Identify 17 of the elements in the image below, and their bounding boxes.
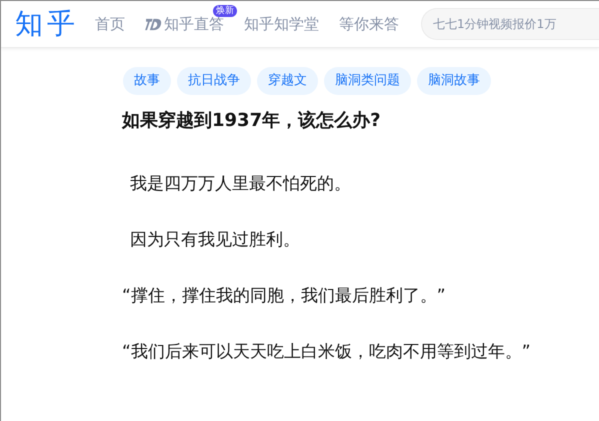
answer-paragraph: “我们后来可以天天吃上白米饭，吃肉不用等到过年。” xyxy=(122,341,532,364)
topic-tag[interactable]: 穿越文 xyxy=(257,67,318,95)
topic-tag[interactable]: 故事 xyxy=(123,67,171,95)
answer-paragraph: 因为只有我见过胜利。 xyxy=(129,229,301,252)
answer-paragraph: “撑住，撑住我的同胞，我们最后胜利了。” xyxy=(122,285,447,308)
search-field[interactable]: 七七1分钟视频报价1万 xyxy=(421,8,599,40)
answer-paragraph: 我是四万万人里最不怕死的。 xyxy=(129,173,352,196)
topic-tag[interactable]: 抗日战争 xyxy=(177,67,251,95)
new-badge: 焕新 xyxy=(213,4,237,17)
topic-tag[interactable]: 脑洞类问题 xyxy=(324,67,411,95)
nav-link[interactable]: 首页 xyxy=(95,12,125,36)
nav-link[interactable]: 知乎知学堂 xyxy=(244,12,319,36)
nav-link[interactable]: 等你来答 xyxy=(339,12,399,36)
d-logo-icon xyxy=(145,18,162,30)
zhihu-logo[interactable]: 知乎 xyxy=(15,10,79,38)
question-title: 如果穿越到1937年，该怎么办? xyxy=(122,109,382,133)
topic-tag[interactable]: 脑洞故事 xyxy=(417,67,491,95)
